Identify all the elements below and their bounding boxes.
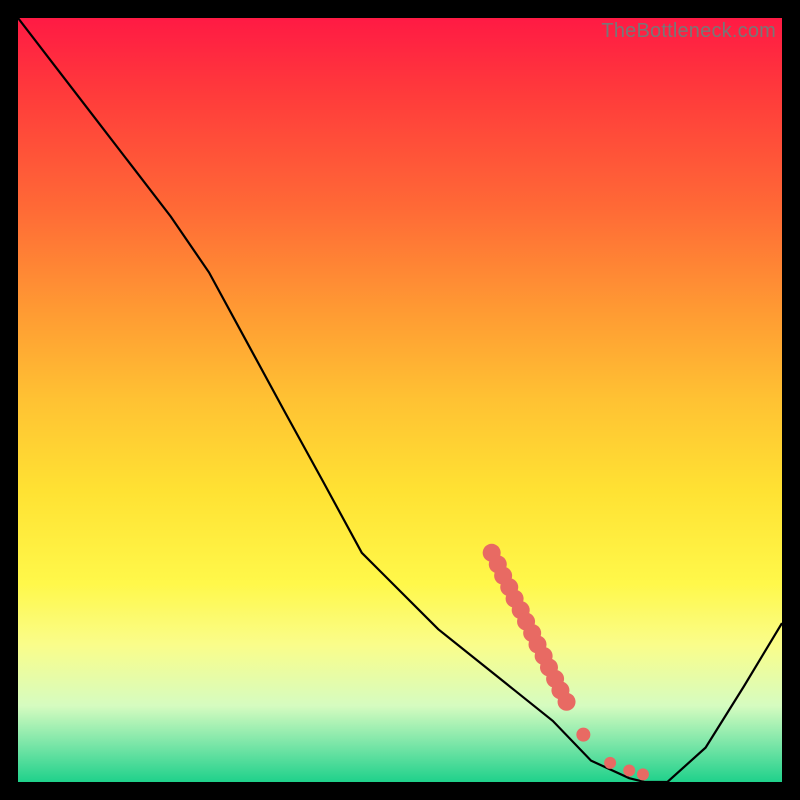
line-series <box>18 18 782 782</box>
data-point <box>623 765 635 777</box>
chart-svg <box>18 18 782 782</box>
data-point <box>604 757 616 769</box>
data-point <box>576 728 590 742</box>
data-point <box>637 768 649 780</box>
scatter-points <box>483 544 649 781</box>
chart-frame: TheBottleneck.com <box>0 0 800 800</box>
data-point <box>558 693 576 711</box>
plot-area: TheBottleneck.com <box>18 18 782 782</box>
